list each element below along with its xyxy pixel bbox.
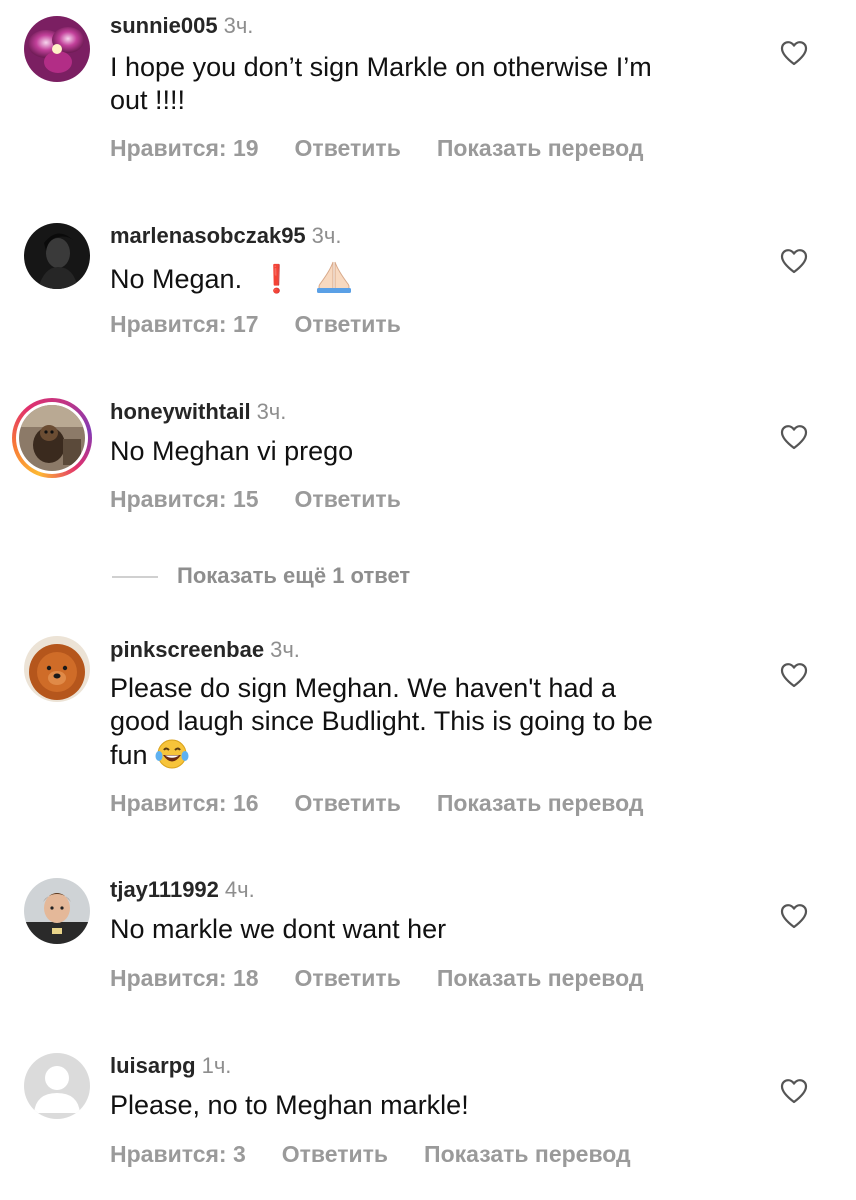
comment-time: 3ч. bbox=[256, 399, 287, 424]
heart-icon[interactable] bbox=[780, 903, 808, 929]
comment-text: No Megan. ❗ bbox=[110, 258, 750, 302]
user-avatar[interactable] bbox=[24, 636, 90, 702]
user-avatar[interactable] bbox=[24, 878, 90, 944]
like-count[interactable]: Нравится: 15 bbox=[110, 485, 259, 513]
username[interactable]: marlenasobczak95 bbox=[110, 223, 306, 248]
comment-time: 3ч. bbox=[311, 223, 342, 248]
user-avatar[interactable] bbox=[24, 1053, 90, 1119]
comment-time: 3ч. bbox=[270, 637, 300, 662]
translate-button[interactable]: Показать перевод bbox=[437, 964, 644, 992]
exclamation-icon: ❗ bbox=[258, 264, 296, 294]
username[interactable]: sunnie005 bbox=[110, 13, 218, 38]
orchid-avatar bbox=[24, 16, 90, 82]
user-avatar-story-ring[interactable] bbox=[12, 398, 92, 478]
reply-button[interactable]: Ответить bbox=[295, 485, 401, 513]
translate-button[interactable]: Показать перевод bbox=[424, 1140, 631, 1168]
translate-button[interactable]: Показать перевод bbox=[437, 789, 644, 817]
reply-button[interactable]: Ответить bbox=[295, 789, 401, 817]
comment-time: 4ч. bbox=[224, 877, 255, 902]
comment-text: Please, no to Meghan markle! bbox=[110, 1090, 469, 1120]
comment-text: Please do sign Meghan. We haven't had a … bbox=[110, 672, 750, 778]
user-avatar[interactable] bbox=[24, 16, 90, 82]
reply-button[interactable]: Ответить bbox=[282, 1140, 388, 1168]
divider-line bbox=[112, 576, 158, 578]
reply-button[interactable]: Ответить bbox=[295, 310, 401, 338]
dark-portrait-avatar bbox=[24, 223, 90, 289]
translate-button[interactable]: Показать перевод bbox=[437, 134, 644, 162]
user-avatar[interactable] bbox=[24, 223, 90, 289]
chow-chow-avatar bbox=[24, 636, 90, 702]
default-user-avatar bbox=[24, 1053, 90, 1119]
username[interactable]: luisarpg bbox=[110, 1053, 196, 1078]
folded-hands-icon bbox=[314, 258, 354, 302]
comment-text: No markle we dont want her bbox=[110, 914, 447, 944]
like-count[interactable]: Нравится: 3 bbox=[110, 1140, 246, 1168]
like-count[interactable]: Нравится: 16 bbox=[110, 789, 259, 817]
dog-photo-avatar bbox=[19, 405, 85, 471]
heart-icon[interactable] bbox=[780, 1078, 808, 1104]
like-count[interactable]: Нравится: 19 bbox=[110, 134, 259, 162]
heart-icon[interactable] bbox=[780, 424, 808, 450]
username[interactable]: tjay111992 bbox=[110, 877, 219, 902]
child-photo-avatar bbox=[24, 878, 90, 944]
heart-icon[interactable] bbox=[780, 248, 808, 274]
like-count[interactable]: Нравится: 18 bbox=[110, 964, 259, 992]
like-count[interactable]: Нравится: 17 bbox=[110, 310, 259, 338]
comment-text: No Meghan vi prego bbox=[110, 436, 354, 466]
username[interactable]: honeywithtail bbox=[110, 399, 251, 424]
comment-time: 1ч. bbox=[201, 1053, 232, 1078]
heart-icon[interactable] bbox=[780, 662, 808, 688]
reply-button[interactable]: Ответить bbox=[295, 134, 401, 162]
laughing-crying-icon bbox=[155, 738, 189, 778]
show-more-replies-label[interactable]: Показать ещё 1 ответ bbox=[177, 562, 410, 590]
comment-time: 3ч. bbox=[223, 13, 254, 38]
reply-button[interactable]: Ответить bbox=[295, 964, 401, 992]
comment-text: I hope you don’t sign Markle on otherwis… bbox=[110, 52, 652, 115]
username[interactable]: pinkscreenbae bbox=[110, 637, 264, 662]
heart-icon[interactable] bbox=[780, 40, 808, 66]
